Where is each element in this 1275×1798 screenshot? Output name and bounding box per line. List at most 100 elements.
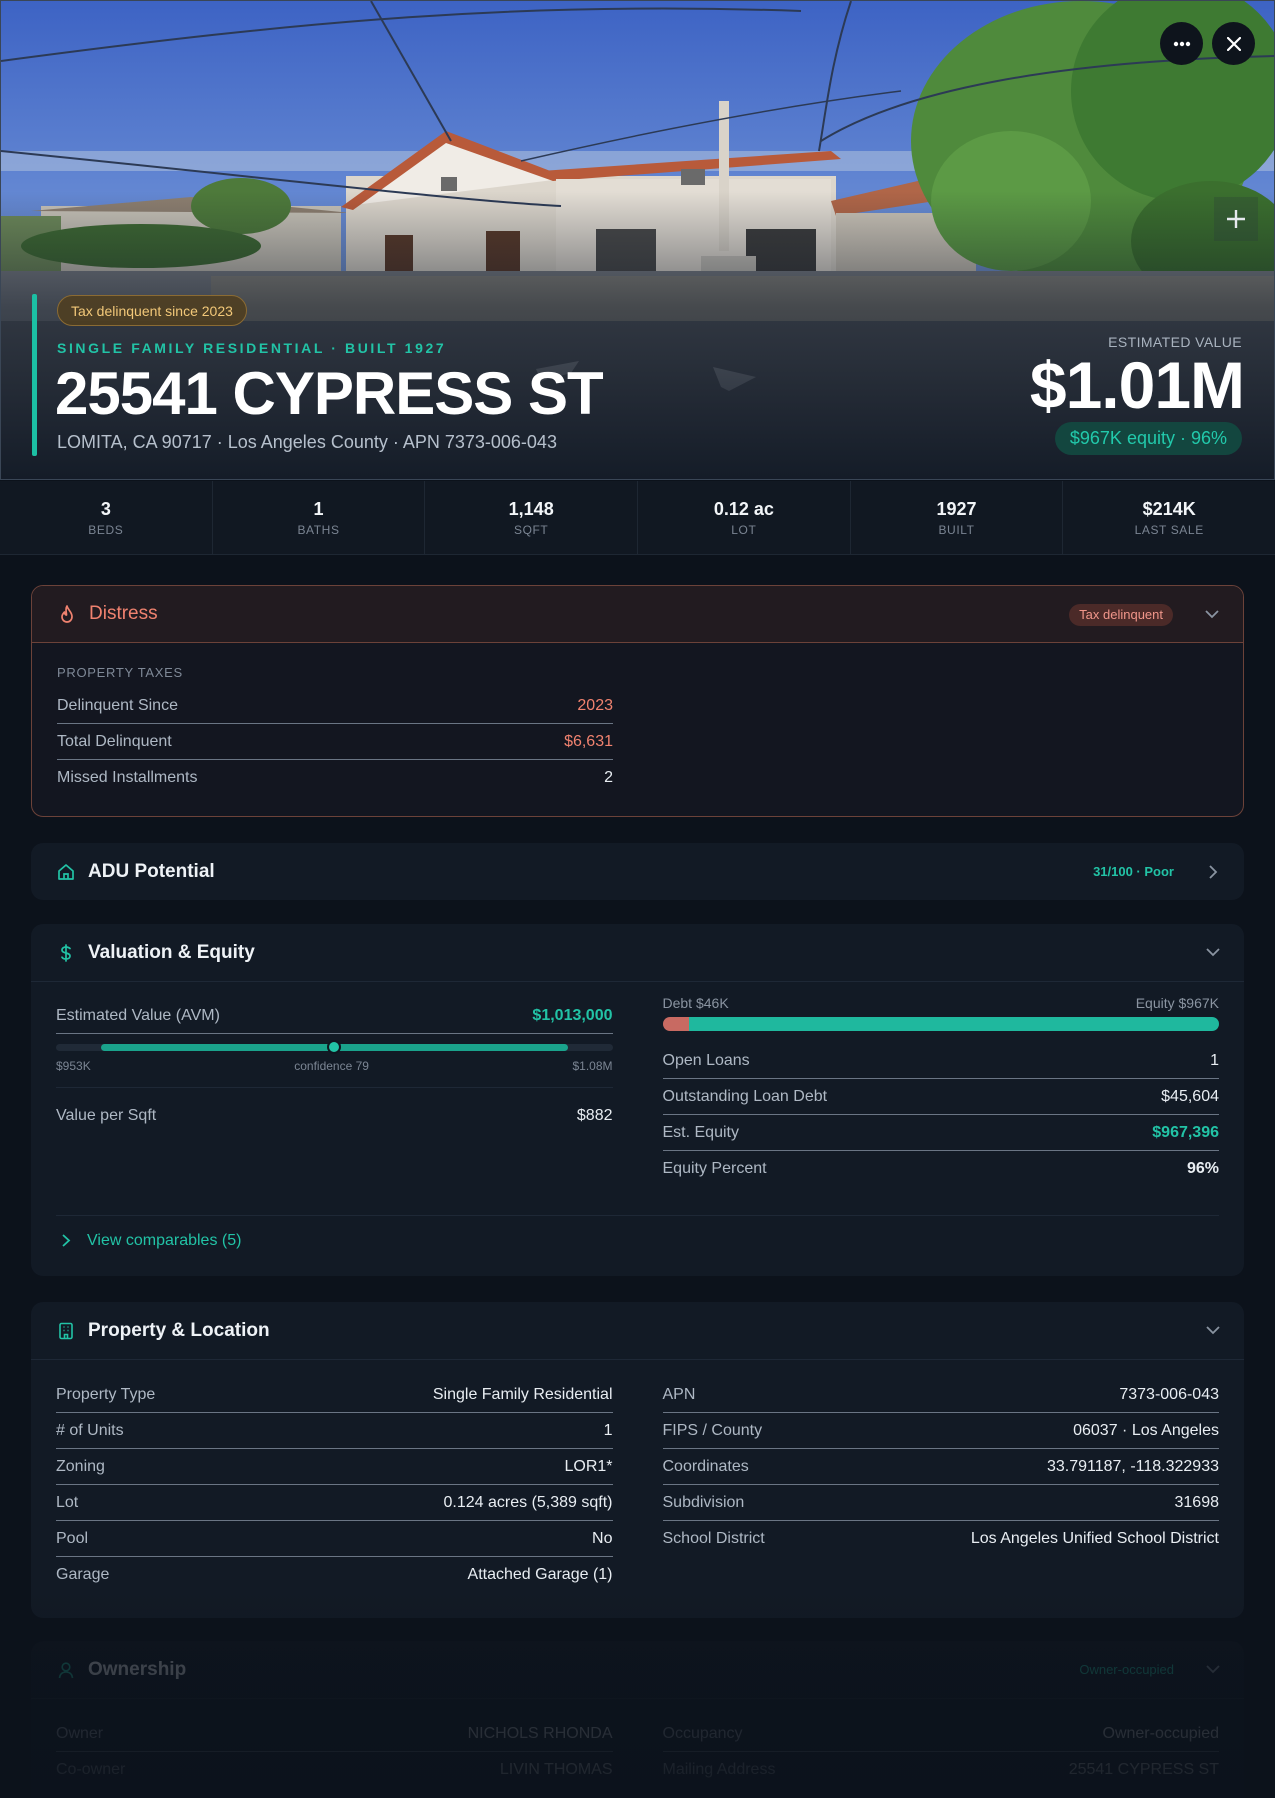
- hero-street-view: Tax delinquent since 2023 SINGLE FAMILY …: [0, 0, 1275, 480]
- row-value: 1: [603, 1421, 613, 1439]
- equity-segment: [688, 1017, 1219, 1031]
- row-label: Open Loans: [662, 1051, 750, 1069]
- chevron-down-icon[interactable]: [1206, 946, 1220, 960]
- row-value: 1: [1210, 1051, 1219, 1069]
- row-label: Zoning: [56, 1457, 105, 1475]
- property-taxes-label: PROPERTY TAXES: [57, 665, 183, 680]
- row-label: Equity Percent: [662, 1160, 767, 1177]
- property-stats-bar: 3 BEDS 1 BATHS 1,148 SQFT 0.12 ac LOT 1927 BU…: [0, 481, 1275, 555]
- row-owner: Owner NICHOLS RHONDA: [56, 1716, 613, 1752]
- view-comparables-label: View comparables (5): [87, 1231, 242, 1249]
- equity-column: Debt $46K Equity $967K Open Loans 1 Outst…: [662, 995, 1220, 1187]
- avm-range-labels: $953K confidence 79 $1.08M: [56, 1059, 613, 1073]
- property-header[interactable]: Property & Location: [31, 1302, 1244, 1359]
- valuation-title: Valuation & Equity: [88, 941, 255, 963]
- row-apn: APN 7373-006-043: [662, 1377, 1219, 1413]
- row-label: Subdivision: [662, 1493, 745, 1511]
- stat-label: LAST SALE: [1134, 522, 1204, 537]
- row-label: Outstanding Loan Debt: [662, 1087, 828, 1105]
- close-button[interactable]: [1212, 22, 1255, 65]
- stat-label: SQFT: [513, 522, 549, 537]
- user-icon: [57, 1661, 75, 1679]
- adu-title: ADU Potential: [88, 860, 215, 882]
- hero-accent-bar: [32, 294, 37, 456]
- row-value: $6,631: [564, 732, 613, 750]
- row-mailing-address: Mailing Address 25541 CYPRESS ST: [663, 1752, 1220, 1788]
- ownership-header[interactable]: Ownership Owner-occupied: [31, 1641, 1244, 1698]
- adu-potential-card[interactable]: ADU Potential 31/100 · Poor: [31, 843, 1244, 900]
- estimated-value: $1.01M: [1029, 348, 1245, 422]
- distress-title: Distress: [89, 603, 158, 624]
- zoom-in-button[interactable]: [1214, 197, 1258, 241]
- row-label: Occupancy: [662, 1724, 743, 1742]
- chevron-down-icon[interactable]: [1205, 608, 1219, 622]
- range-high: $1.08M: [572, 1059, 613, 1073]
- row-value: $967,396: [1152, 1123, 1219, 1141]
- stat-value: 1927: [936, 498, 977, 519]
- view-comparables-link[interactable]: View comparables (5): [56, 1215, 1219, 1265]
- stat-value: 0.12 ac: [713, 498, 774, 519]
- row-value: 7373-006-043: [1119, 1385, 1219, 1403]
- debt-equity-bar: [662, 1017, 1219, 1031]
- row-value: 2: [604, 769, 613, 786]
- property-type-subtitle: SINGLE FAMILY RESIDENTIAL · BUILT 1927: [57, 340, 447, 356]
- close-icon: [1226, 36, 1241, 51]
- tax-delinquent-badge: Tax delinquent since 2023: [57, 295, 247, 326]
- row-value: 33.791187, -118.322933: [1046, 1457, 1219, 1475]
- row-label: Co-owner: [56, 1761, 126, 1778]
- row-label: Est. Equity: [662, 1123, 739, 1141]
- row-label: Delinquent Since: [57, 696, 178, 714]
- stat-value: 3: [100, 498, 111, 519]
- more-options-button[interactable]: [1160, 22, 1203, 65]
- stat-sqft: 1,148 SQFT: [425, 481, 639, 554]
- row-value: 31698: [1174, 1493, 1220, 1511]
- chevron-down-icon[interactable]: [1206, 1663, 1220, 1677]
- valuation-header[interactable]: Valuation & Equity: [31, 924, 1244, 981]
- row-label: APN: [662, 1385, 696, 1403]
- adu-header[interactable]: ADU Potential 31/100 · Poor: [31, 843, 1244, 900]
- stat-beds: 3 BEDS: [0, 481, 213, 554]
- property-address: 25541 CYPRESS ST: [55, 360, 604, 427]
- row-value: Owner-occupied: [1102, 1724, 1220, 1742]
- stat-lot: 0.12 ac LOT: [638, 481, 851, 554]
- row-units: # of Units 1: [56, 1413, 613, 1449]
- row-subdivision: Subdivision 31698: [662, 1485, 1220, 1521]
- stat-value: 1,148: [508, 498, 554, 519]
- ownership-right-column: Occupancy Owner-occupied Mailing Address 2…: [662, 1716, 1220, 1788]
- avm-confidence-bar: [56, 1040, 613, 1054]
- stat-built: 1927 BUILT: [851, 481, 1064, 554]
- row-occupancy: Occupancy Owner-occupied: [662, 1716, 1220, 1752]
- ownership-badge: Owner-occupied: [1079, 1662, 1174, 1677]
- row-value: LIVIN THOMAS: [499, 1761, 613, 1778]
- row-label: Value per Sqft: [56, 1107, 157, 1124]
- chevron-right-icon: [62, 1234, 71, 1247]
- stat-last-sale: $214K LAST SALE: [1063, 481, 1275, 554]
- row-equity-percent: Equity Percent 96%: [663, 1151, 1220, 1187]
- row-value: 96%: [1186, 1160, 1219, 1177]
- row-zoning: Zoning LOR1*: [56, 1449, 613, 1485]
- row-school-district: School District Los Angeles Unified Schoo…: [663, 1521, 1220, 1557]
- stat-baths: 1 BATHS: [213, 481, 426, 554]
- dollar-icon: [57, 943, 75, 962]
- property-detail-panel: Tax delinquent since 2023 SINGLE FAMILY …: [0, 0, 1275, 1798]
- row-value: $45,604: [1161, 1087, 1219, 1105]
- distress-card: Distress Tax delinquent PROPERTY TAXES D…: [31, 585, 1244, 817]
- ownership-left-column: Owner NICHOLS RHONDA Co-owner LIVIN THOMAS: [56, 1716, 613, 1788]
- home-icon: [57, 863, 75, 881]
- row-missed-installments: Missed Installments 2: [57, 760, 613, 796]
- flame-icon: [58, 605, 76, 623]
- chevron-down-icon[interactable]: [1206, 1324, 1220, 1338]
- distress-badge: Tax delinquent: [1069, 603, 1173, 626]
- row-est-equity: Est. Equity $967,396: [662, 1115, 1219, 1151]
- row-garage: Garage Attached Garage (1): [56, 1557, 613, 1593]
- row-value: No: [592, 1529, 613, 1547]
- distress-header[interactable]: Distress Tax delinquent: [32, 586, 1243, 643]
- range-low: $953K: [56, 1059, 91, 1073]
- ownership-title: Ownership: [88, 1658, 187, 1680]
- chevron-right-icon[interactable]: [1206, 864, 1220, 879]
- row-label: FIPS / County: [662, 1421, 763, 1439]
- row-total-delinquent: Total Delinquent $6,631: [57, 724, 613, 760]
- equity-badge: $967K equity · 96%: [1054, 422, 1242, 455]
- row-value: 0.124 acres (5,389 sqft): [443, 1493, 613, 1511]
- adu-score: 31/100 · Poor: [1093, 864, 1174, 879]
